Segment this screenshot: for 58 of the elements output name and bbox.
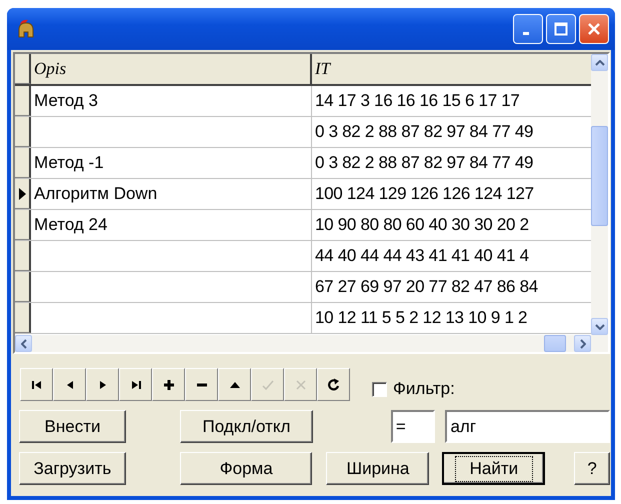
- table-cell: Метод 3: [34, 91, 98, 111]
- form-button[interactable]: Форма: [180, 452, 312, 485]
- row-indicator[interactable]: [15, 210, 31, 240]
- row-indicator[interactable]: [15, 179, 31, 209]
- table-cell: Метод 24: [34, 215, 108, 235]
- scroll-up-button[interactable]: [591, 54, 608, 71]
- scroll-thumb[interactable]: [591, 126, 608, 226]
- vertical-scrollbar[interactable]: [591, 54, 608, 335]
- maximize-icon: [554, 22, 568, 36]
- close-icon: [587, 22, 601, 36]
- column-header[interactable]: Opis: [31, 54, 312, 84]
- row-indicator[interactable]: [15, 148, 31, 178]
- row-indicator[interactable]: [15, 272, 31, 302]
- connect-toggle-button[interactable]: Подкл/откл: [180, 410, 313, 443]
- prior-record-button[interactable]: [53, 368, 86, 401]
- row-indicator[interactable]: [15, 86, 31, 116]
- filter-checkbox[interactable]: [372, 382, 387, 396]
- load-button[interactable]: Загрузить: [19, 452, 126, 485]
- scroll-down-button[interactable]: [591, 318, 608, 335]
- refresh-icon: [326, 378, 340, 392]
- table-cell: 0 3 82 2 88 87 82 97 84 77 49: [315, 122, 534, 142]
- column-header[interactable]: IT: [312, 54, 591, 84]
- scroll-right-button[interactable]: [574, 335, 591, 352]
- width-button[interactable]: Ширина: [326, 452, 430, 485]
- scroll-left-button[interactable]: [15, 335, 32, 352]
- first-record-button[interactable]: [20, 368, 53, 401]
- insert-record-button[interactable]: [152, 368, 185, 401]
- maximize-button[interactable]: [546, 14, 576, 44]
- table-cell: 10 12 11 5 5 2 12 13 10 9 1 2: [315, 308, 528, 328]
- row-indicator[interactable]: [15, 303, 31, 333]
- table-cell: 100 124 129 126 126 124 127: [315, 184, 534, 204]
- current-row-icon: [18, 188, 26, 200]
- find-button[interactable]: Найти: [442, 452, 546, 485]
- horizontal-scrollbar[interactable]: [15, 335, 608, 352]
- table-cell: 14 17 3 16 16 16 15 6 17 17: [315, 91, 520, 111]
- table-cell: 10 90 80 80 60 40 30 30 20 2: [315, 215, 529, 235]
- table-cell: 44 40 44 44 43 41 41 40 41 4: [315, 246, 529, 266]
- table-cell: Метод -1: [34, 153, 104, 173]
- table-cell: 0 3 82 2 88 87 82 97 84 77 49: [315, 153, 534, 173]
- close-button[interactable]: [579, 14, 609, 44]
- next-record-button[interactable]: [86, 368, 119, 401]
- operator-field[interactable]: =: [390, 410, 436, 443]
- minimize-icon: [523, 32, 529, 34]
- helmet-icon: [16, 18, 36, 40]
- row-indicator[interactable]: [15, 241, 31, 271]
- row-indicator[interactable]: [15, 117, 31, 147]
- table-cell: Алгоритм Down: [34, 184, 158, 204]
- edit-record-button[interactable]: [218, 368, 251, 401]
- filter-label: Фильтр:: [393, 379, 455, 399]
- filter-value-field[interactable]: алг: [445, 410, 610, 443]
- table-cell: 67 27 69 97 20 77 82 47 86 84: [315, 277, 538, 297]
- delete-record-button[interactable]: [185, 368, 218, 401]
- scroll-thumb[interactable]: [544, 335, 566, 352]
- last-record-button[interactable]: [119, 368, 152, 401]
- add-button[interactable]: Внести: [19, 410, 126, 443]
- refresh-record-button[interactable]: [317, 368, 350, 401]
- minimize-button[interactable]: [513, 14, 543, 44]
- help-button[interactable]: ?: [574, 452, 610, 485]
